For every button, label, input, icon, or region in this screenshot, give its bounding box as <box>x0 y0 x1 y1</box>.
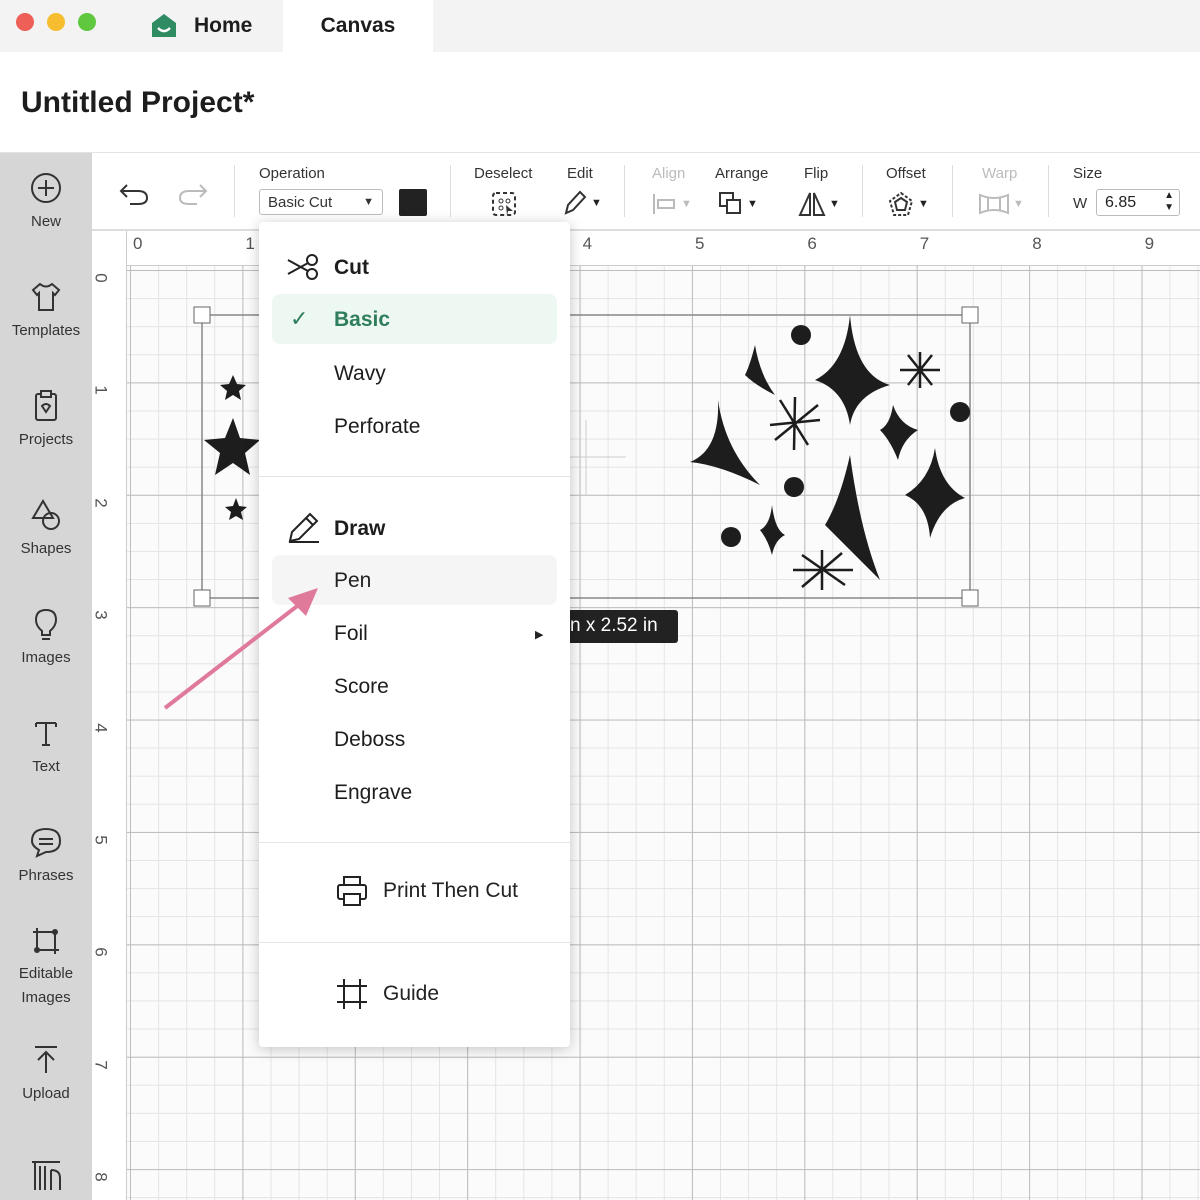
sidebar-item-upload[interactable]: Upload <box>0 1043 92 1102</box>
sidebar-item-more[interactable] <box>0 1158 92 1200</box>
align-icon <box>653 194 675 214</box>
menu-item-wavy[interactable]: Wavy <box>334 362 386 386</box>
resize-handle[interactable] <box>193 306 211 324</box>
text-icon <box>35 722 57 746</box>
ruler-tick-label: 7 <box>91 1060 111 1070</box>
chevron-down-icon: ▼ <box>363 196 374 208</box>
sidebar-item-shapes[interactable]: Shapes <box>0 498 92 557</box>
align-button[interactable]: ▼ <box>652 193 692 215</box>
sidebar: New Templates Projects Shapes Images Tex… <box>0 153 92 1200</box>
ruler-tick-label: 8 <box>91 1172 111 1182</box>
close-window-button[interactable] <box>16 13 34 31</box>
scissors-icon <box>287 254 318 280</box>
menu-item-basic[interactable]: ✓ Basic <box>272 294 557 344</box>
size-tooltip: n x 2.52 in <box>566 610 678 643</box>
ruler-tick-label: 1 <box>91 385 111 396</box>
window-titlebar: Home Canvas <box>0 0 1200 52</box>
home-icon <box>152 14 176 37</box>
ruler-tick-label: 2 <box>91 498 111 508</box>
offset-icon <box>888 191 914 216</box>
menu-item-foil[interactable]: Foil <box>334 622 368 646</box>
maximize-window-button[interactable] <box>78 13 96 31</box>
sidebar-item-new[interactable]: New <box>0 171 92 230</box>
ruler-tick-label: 5 <box>695 234 705 253</box>
upload-icon <box>35 1046 57 1073</box>
menu-item-engrave[interactable]: Engrave <box>334 781 412 805</box>
ruler-tick-label: 4 <box>91 722 111 733</box>
tab-home[interactable]: Home <box>132 0 282 52</box>
pointer-arrow <box>163 588 318 710</box>
sidebar-item-images[interactable]: Images <box>0 607 92 666</box>
undo-icon[interactable] <box>118 181 150 207</box>
menu-item-print-then-cut[interactable]: Print Then Cut <box>335 874 518 908</box>
arrange-icon <box>719 192 741 214</box>
flip-button[interactable]: ▼ <box>798 191 840 217</box>
ruler-tick-label: 7 <box>919 234 930 253</box>
monogram-icon <box>32 1161 61 1190</box>
menu-item-deboss[interactable]: Deboss <box>334 728 405 752</box>
menu-item-perforate[interactable]: Perforate <box>334 415 420 439</box>
ruler-tick-label: 0 <box>91 273 111 283</box>
crosshair-cursor <box>570 420 626 495</box>
sidebar-item-templates[interactable]: Templates <box>0 280 92 339</box>
resize-handle[interactable] <box>961 589 979 607</box>
pencil-icon <box>288 512 319 543</box>
edit-button[interactable]: ▼ <box>562 189 602 217</box>
sidebar-item-phrases[interactable]: Phrases <box>0 825 92 884</box>
shirt-icon <box>31 282 61 311</box>
operation-color-swatch[interactable] <box>399 189 427 216</box>
resize-handle[interactable] <box>961 306 979 324</box>
ruler-tick-label: 1 <box>245 234 255 253</box>
offset-button[interactable]: ▼ <box>887 190 929 218</box>
menu-header-cut: Cut <box>334 256 369 279</box>
width-input[interactable]: 6.85 ▲ ▼ <box>1096 189 1180 216</box>
redo-icon[interactable] <box>177 181 209 207</box>
operation-select[interactable]: Basic Cut ▼ <box>259 189 383 215</box>
ruler-tick-label: 6 <box>807 234 817 253</box>
clipboard-icon <box>35 390 57 421</box>
pencil-icon <box>564 190 587 215</box>
menu-item-guide[interactable]: Guide <box>335 977 439 1011</box>
guide-icon <box>337 979 367 1009</box>
minimize-window-button[interactable] <box>47 13 65 31</box>
sidebar-item-editable-images[interactable]: Editable Images <box>0 924 92 1010</box>
arrange-button[interactable]: ▼ <box>718 191 758 217</box>
ruler-tick-label: 4 <box>582 234 593 253</box>
shapes-icon <box>31 499 60 530</box>
deselect-icon[interactable] <box>491 191 519 217</box>
ruler-tick-label: 6 <box>91 947 111 958</box>
ruler-tick-label: 9 <box>1144 234 1155 253</box>
ruler-left <box>92 231 127 1200</box>
warp-icon <box>979 193 1009 215</box>
flip-icon <box>798 192 826 216</box>
sidebar-item-text[interactable]: Text <box>0 716 92 775</box>
speech-bubble-icon <box>30 827 62 858</box>
check-icon: ✓ <box>290 306 309 331</box>
tab-canvas[interactable]: Canvas <box>283 0 433 52</box>
ruler-tick-label: 0 <box>133 234 143 253</box>
ruler-tick-label: 5 <box>91 835 111 845</box>
chevron-right-icon: ▶ <box>535 629 544 641</box>
printer-icon <box>337 876 367 906</box>
warp-button[interactable]: ▼ <box>978 193 1024 215</box>
sidebar-item-projects[interactable]: Projects <box>0 389 92 448</box>
menu-item-score[interactable]: Score <box>334 675 389 699</box>
plus-circle-icon <box>31 173 61 203</box>
menu-header-draw: Draw <box>334 517 386 540</box>
stepper-icon[interactable]: ▲ ▼ <box>1164 190 1174 214</box>
bulb-icon <box>34 608 58 640</box>
ruler-tick-label: 8 <box>1032 234 1042 253</box>
project-title: Untitled Project* <box>21 86 255 119</box>
toolbar: Operation Basic Cut ▼ Deselect Edit ▼ Ali… <box>92 153 1200 231</box>
ruler-tick-label: 3 <box>91 610 111 620</box>
editable-image-icon <box>33 928 59 954</box>
